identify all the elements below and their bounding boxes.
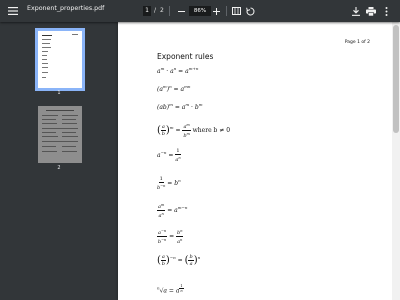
toolbar-divider xyxy=(169,6,170,16)
fit-page-icon[interactable] xyxy=(230,5,242,17)
rule-power-of-product: (ab)m = am · bm xyxy=(157,102,203,111)
print-icon[interactable] xyxy=(365,5,377,17)
document-title: Exponent_properties.pdf xyxy=(27,5,105,12)
page-label: Page 1 of 2 xyxy=(344,40,370,45)
page-total: 2 xyxy=(160,7,164,14)
rule-reciprocal: 1 b−n = bn xyxy=(157,176,181,191)
minus-icon[interactable] xyxy=(175,5,187,17)
page-separator: / xyxy=(154,7,157,14)
rule-negative-quotient: a−n b−n = bn an xyxy=(157,229,184,245)
rule-quotient: am an = am−n xyxy=(157,203,188,219)
rotate-icon[interactable] xyxy=(244,5,256,17)
toolbar: Exponent_properties.pdf 1 / 2 86% xyxy=(0,0,400,22)
page-number-input[interactable]: 1 xyxy=(143,6,151,16)
plus-icon[interactable] xyxy=(210,5,222,17)
rule-negative-exponent: a−n = 1 an xyxy=(157,148,181,163)
rule-power-of-power: (am)n = amn xyxy=(157,84,191,93)
rule-product: am · an = am+n xyxy=(157,66,199,75)
pdf-page: Page 1 of 2 Exponent rules am · an = am+… xyxy=(118,22,392,300)
rule-inverted-fraction: (a b)−n = (b a)n xyxy=(157,254,201,267)
rule-power-of-quotient: (a b)m = am bm where b ≠ 0 xyxy=(157,123,231,139)
page-thumbnail-1[interactable] xyxy=(35,28,85,91)
scrollbar-thumb[interactable] xyxy=(393,25,399,133)
page-heading: Exponent rules xyxy=(157,52,214,61)
toolbar-divider xyxy=(226,6,227,16)
menu-icon[interactable] xyxy=(7,5,19,17)
rule-condition: where b ≠ 0 xyxy=(192,127,231,134)
rule-root: n√a = a1n xyxy=(157,284,184,295)
page-thumbnail-2[interactable] xyxy=(38,106,82,163)
more-vert-icon[interactable] xyxy=(380,5,392,17)
thumbnail-label: 1 xyxy=(57,90,61,96)
download-icon[interactable] xyxy=(350,5,362,17)
thumbnail-label: 2 xyxy=(57,165,61,171)
thumbnail-sidebar: 1 2 xyxy=(0,22,118,300)
zoom-input[interactable]: 86% xyxy=(189,6,211,16)
